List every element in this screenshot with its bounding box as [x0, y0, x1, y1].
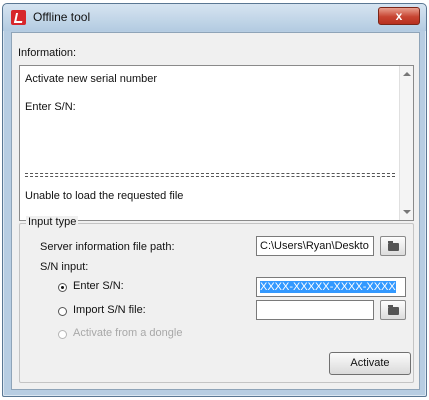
scroll-up-arrow-icon[interactable]: [403, 72, 411, 76]
activate-button[interactable]: Activate: [329, 352, 411, 375]
enter-sn-radio[interactable]: [58, 283, 67, 292]
app-logo-icon: [11, 10, 26, 25]
enter-sn-label[interactable]: Enter S/N:: [73, 280, 124, 292]
folder-icon: [388, 305, 399, 315]
dialog-body: Information: Activate new serial number …: [11, 32, 420, 390]
import-sn-label[interactable]: Import S/N file:: [73, 304, 146, 316]
input-type-group-label: Input type: [26, 216, 79, 228]
server-path-field[interactable]: C:\Users\Ryan\Deskto: [256, 236, 374, 256]
log-line: Activate new serial number: [25, 73, 158, 85]
information-label: Information:: [18, 47, 77, 59]
server-path-label: Server information file path:: [40, 241, 175, 253]
log-line: Enter S/N:: [25, 101, 76, 113]
information-log[interactable]: Activate new serial number Enter S/N: Un…: [19, 65, 414, 221]
enter-sn-field[interactable]: XXXX-XXXXX-XXXX-XXXX: [256, 277, 406, 297]
log-line: Unable to load the requested file: [25, 190, 184, 202]
dongle-radio: [58, 330, 67, 339]
log-separator: [25, 173, 395, 177]
scroll-down-arrow-icon[interactable]: [403, 210, 411, 214]
enter-sn-value: XXXX-XXXXX-XXXX-XXXX: [260, 281, 396, 293]
dongle-label: Activate from a dongle: [73, 327, 183, 339]
log-scrollbar[interactable]: [399, 66, 413, 220]
import-sn-radio[interactable]: [58, 307, 67, 316]
offline-tool-window: Offline tool x Information: Activate new…: [2, 3, 427, 397]
folder-icon: [388, 241, 399, 251]
server-path-browse-button[interactable]: [380, 236, 406, 256]
window-title: Offline tool: [33, 10, 91, 24]
close-button[interactable]: x: [378, 7, 420, 25]
import-sn-browse-button[interactable]: [380, 300, 406, 320]
sn-input-label: S/N input:: [40, 261, 89, 273]
import-sn-field[interactable]: [256, 300, 374, 320]
title-bar[interactable]: Offline tool x: [3, 4, 426, 31]
